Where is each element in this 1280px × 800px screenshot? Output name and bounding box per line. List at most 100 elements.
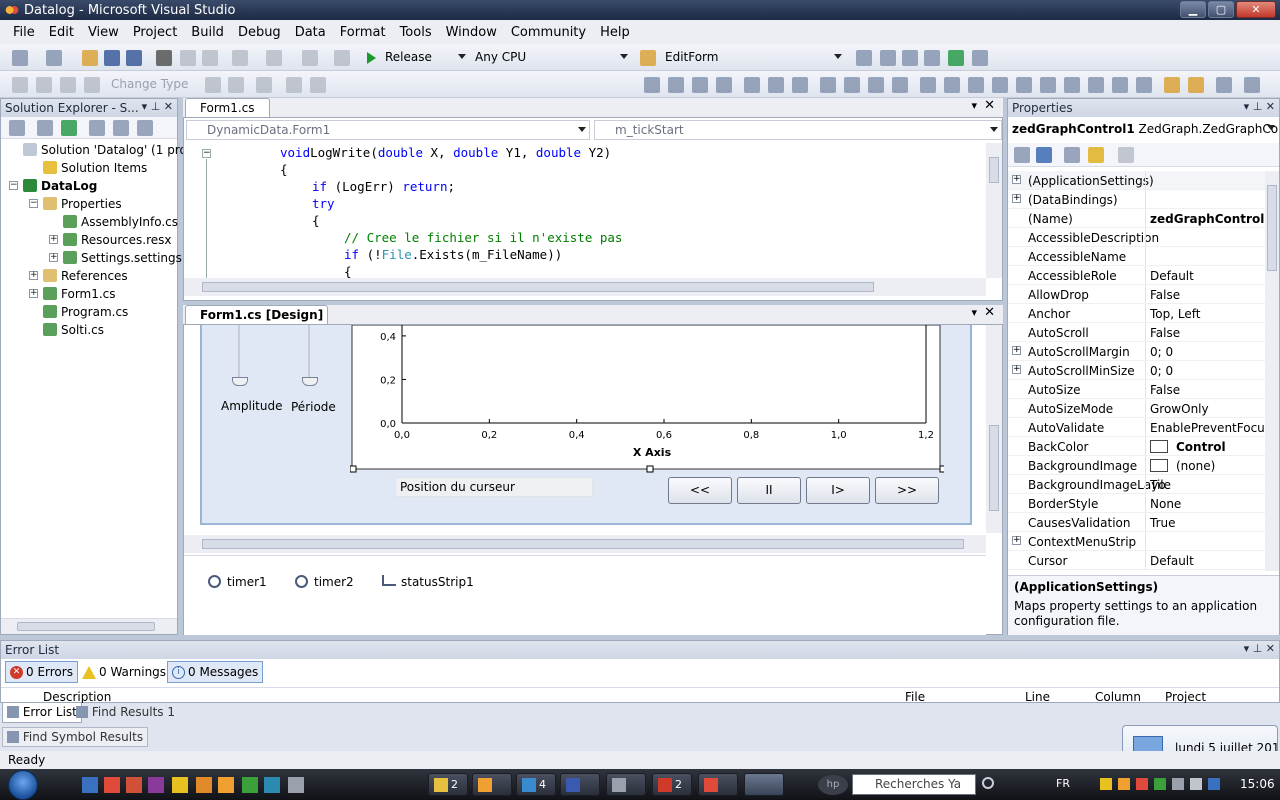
sql-icon[interactable] [60, 77, 76, 93]
expand-icon[interactable]: + [1012, 536, 1021, 545]
properties-window-buttons[interactable]: ▾ ⊥ ✕ [1244, 100, 1275, 113]
minimize-button[interactable]: ▁ [1180, 1, 1206, 18]
align-bottoms-icon[interactable] [792, 77, 808, 93]
quicklaunch-icon-3[interactable] [148, 777, 164, 793]
tree-item[interactable]: Solution 'Datalog' (1 project [1, 141, 209, 159]
expand-icon[interactable]: + [1012, 194, 1021, 203]
class-combo[interactable]: DynamicData.Form1 [186, 120, 590, 140]
tree-item[interactable]: Solution Items [1, 159, 177, 177]
error-list-window-buttons[interactable]: ▾ ⊥ ✕ [1244, 642, 1275, 655]
save-icon[interactable] [104, 50, 120, 66]
toolbar2-icon-7[interactable] [256, 77, 272, 93]
rewind-button[interactable]: << [668, 477, 732, 504]
close-button[interactable]: ✕ [1236, 1, 1276, 18]
editor-hscrollbar[interactable] [184, 278, 986, 296]
property-row[interactable]: + (DataBindings) [1008, 190, 1265, 209]
tab-form1-cs[interactable]: Form1.cs [185, 98, 270, 117]
member-combo[interactable]: m_tickStart [594, 120, 1002, 140]
editor-close-icon[interactable]: ✕ [984, 98, 995, 113]
taskbar-button[interactable] [698, 773, 738, 796]
property-row[interactable]: AutoSize False [1008, 380, 1265, 399]
toolbox-icon[interactable] [924, 50, 940, 66]
start-page-icon[interactable] [948, 50, 964, 66]
categorized-icon[interactable] [1014, 147, 1030, 163]
save-all-icon[interactable] [126, 50, 142, 66]
tab-error-list[interactable]: Error List [2, 703, 82, 723]
show-desktop-icon[interactable] [82, 777, 98, 793]
align-middles-icon[interactable] [768, 77, 784, 93]
taskbar-button[interactable] [472, 773, 512, 796]
horizontal-spacing-icon[interactable] [920, 77, 936, 93]
designer-hscrollbar[interactable] [184, 535, 986, 553]
property-row[interactable]: BorderStyle None [1008, 494, 1265, 513]
designer-close-icon[interactable]: ✕ [984, 305, 995, 320]
lock-controls-icon[interactable] [1244, 77, 1260, 93]
solution-explorer-hscrollbar[interactable] [1, 618, 177, 634]
play-button[interactable]: I> [806, 477, 870, 504]
decrease-vertical-spacing-icon[interactable] [1064, 77, 1080, 93]
paste-icon[interactable] [202, 50, 218, 66]
tree-item[interactable]: AssemblyInfo.cs [1, 213, 178, 231]
toolbar2-icon-8[interactable] [286, 77, 302, 93]
quicklaunch-icon-7[interactable] [242, 777, 258, 793]
properties-window-icon[interactable] [880, 50, 896, 66]
property-row[interactable]: + AutoScrollMargin 0; 0 [1008, 342, 1265, 361]
tray-icon-5[interactable] [1208, 778, 1220, 790]
tab-find-results-1[interactable]: Find Results 1 [72, 703, 179, 723]
form1-window[interactable]: Amplitude Période 0,0 0,2 0,4 0,6 0,8 1,0 1,2 0… [200, 325, 972, 525]
column-column[interactable]: Column [1095, 690, 1141, 703]
property-row[interactable]: AccessibleDescription [1008, 228, 1265, 247]
pause-button[interactable]: II [737, 477, 801, 504]
toolbar2-icon-5[interactable] [205, 77, 221, 93]
quicklaunch-icon-4[interactable] [172, 777, 188, 793]
property-row[interactable]: AutoSizeMode GrowOnly [1008, 399, 1265, 418]
property-pages-icon[interactable] [1118, 147, 1134, 163]
other-windows-icon[interactable] [972, 50, 988, 66]
open-file-icon[interactable] [82, 50, 98, 66]
tree-item[interactable]: − DataLog [1, 177, 177, 195]
quicklaunch-icon-5[interactable] [196, 777, 212, 793]
view-code-icon[interactable] [89, 120, 105, 136]
menu-tools[interactable]: Tools [393, 25, 439, 40]
navigate-forward-icon[interactable] [334, 50, 350, 66]
align-rights-icon[interactable] [716, 77, 732, 93]
collapse-icon[interactable]: − [9, 181, 18, 190]
toolbar2-icon-6[interactable] [228, 77, 244, 93]
taskbar-button[interactable] [560, 773, 600, 796]
center-horizontally-icon[interactable] [1112, 77, 1128, 93]
messages-filter-button[interactable]: i 0 Messages [167, 661, 264, 683]
code-area[interactable]: − voidLogWrite(double X, double Y1, doub… [184, 143, 986, 278]
properties-view-icon[interactable] [1064, 147, 1080, 163]
taskbar-button[interactable]: 4 [516, 773, 556, 796]
align-tops-icon[interactable] [744, 77, 760, 93]
increase-vertical-spacing-icon[interactable] [1040, 77, 1056, 93]
column-file[interactable]: File [905, 690, 925, 703]
errors-filter-button[interactable]: ✕ 0 Errors [5, 661, 78, 683]
maximize-button[interactable]: ▢ [1208, 1, 1234, 18]
language-indicator[interactable]: FR [1056, 777, 1070, 790]
expand-icon[interactable]: + [1012, 175, 1021, 184]
undo-icon[interactable] [232, 50, 248, 66]
decrease-horizontal-spacing-icon[interactable] [968, 77, 984, 93]
remove-vertical-spacing-icon[interactable] [1088, 77, 1104, 93]
collapse-icon[interactable]: − [29, 199, 38, 208]
tree-item[interactable]: + Settings.settings [1, 249, 182, 267]
make-same-height-icon[interactable] [844, 77, 860, 93]
property-row[interactable]: AllowDrop False [1008, 285, 1265, 304]
navigate-back-icon[interactable] [302, 50, 318, 66]
tab-find-symbol-results[interactable]: Find Symbol Results [2, 727, 149, 747]
tray-icon-4[interactable] [1154, 778, 1166, 790]
tree-item[interactable]: + Form1.cs [1, 285, 177, 303]
increase-horizontal-spacing-icon[interactable] [944, 77, 960, 93]
send-to-back-icon[interactable] [1188, 77, 1204, 93]
quicklaunch-icon-6[interactable] [218, 777, 234, 793]
events-icon[interactable] [1088, 147, 1104, 163]
size-to-grid-icon[interactable] [892, 77, 908, 93]
volume-icon[interactable] [1190, 778, 1202, 790]
bring-to-front-icon[interactable] [1164, 77, 1180, 93]
expand-icon[interactable]: + [29, 271, 38, 280]
statusstrip1-component[interactable]: statusStrip1 [401, 575, 474, 589]
property-row[interactable]: Cursor Default [1008, 551, 1265, 570]
fast-forward-button[interactable]: >> [875, 477, 939, 504]
cut-icon[interactable] [156, 50, 172, 66]
